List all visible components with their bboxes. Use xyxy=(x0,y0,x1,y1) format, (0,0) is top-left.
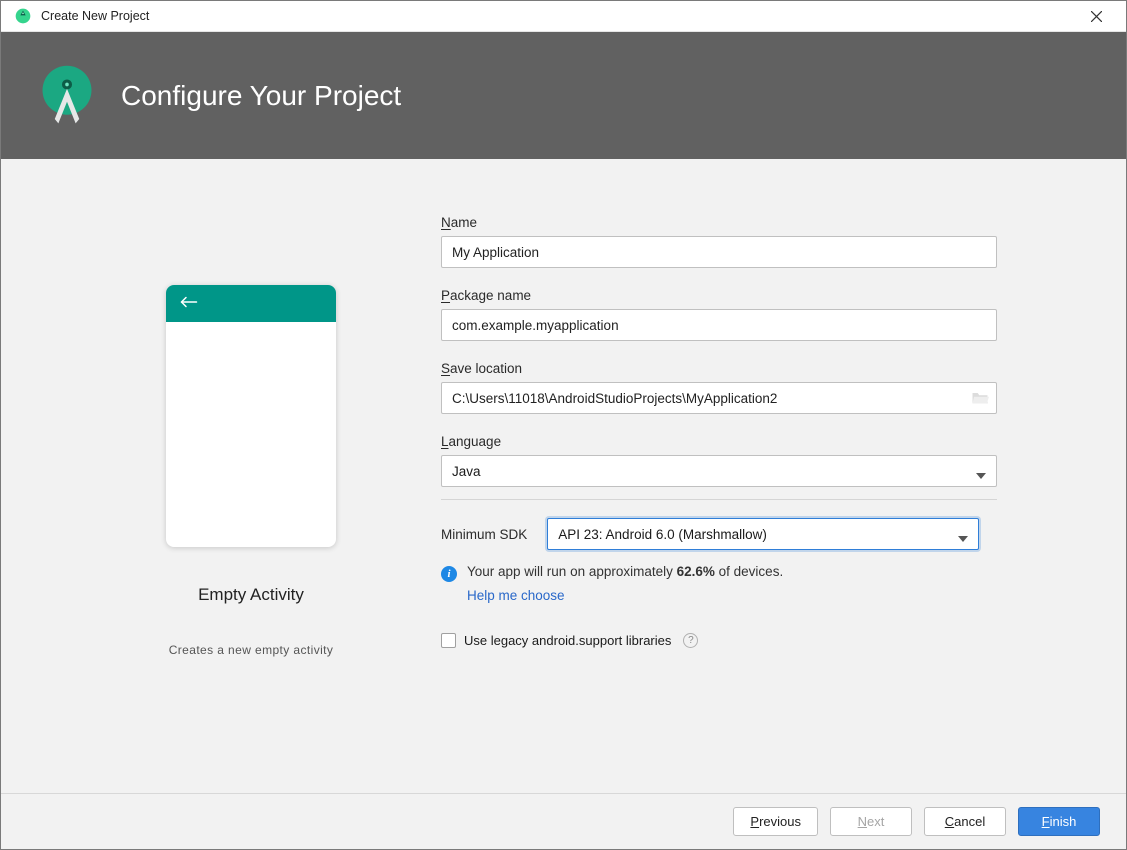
sdk-info-text: Your app will run on approximately 62.6%… xyxy=(467,564,783,579)
content-area: Empty Activity Creates a new empty activ… xyxy=(1,159,1126,794)
minimum-sdk-label: Minimum SDK xyxy=(441,527,527,542)
help-icon[interactable]: ? xyxy=(683,633,698,648)
footer: Previous Next Cancel Finish xyxy=(1,794,1126,849)
help-me-choose-link[interactable]: Help me choose xyxy=(467,588,1006,603)
sdk-info-row: i Your app will run on approximately 62.… xyxy=(441,564,1006,582)
language-dropdown[interactable]: Java xyxy=(441,455,997,487)
finish-button[interactable]: Finish xyxy=(1018,807,1100,836)
language-label: Language xyxy=(441,434,1006,449)
name-label: Name xyxy=(441,215,1006,230)
legacy-libraries-row: Use legacy android.support libraries ? xyxy=(441,633,1006,648)
minimum-sdk-row: Minimum SDK API 23: Android 6.0 (Marshma… xyxy=(441,518,1006,550)
template-preview-column: Empty Activity Creates a new empty activ… xyxy=(111,205,391,793)
browse-folder-button[interactable] xyxy=(971,390,989,406)
previous-button[interactable]: Previous xyxy=(733,807,818,836)
language-value: Java xyxy=(452,464,481,479)
form-column: Name Package name Save location xyxy=(391,205,1006,793)
chevron-down-icon xyxy=(976,467,986,475)
name-field-block: Name xyxy=(441,215,1006,268)
phone-preview xyxy=(166,285,336,547)
info-icon: i xyxy=(441,566,457,582)
close-icon xyxy=(1091,11,1102,22)
titlebar: Create New Project xyxy=(1,1,1126,32)
minimum-sdk-value: API 23: Android 6.0 (Marshmallow) xyxy=(558,527,767,542)
save-location-input[interactable] xyxy=(441,382,997,414)
package-label: Package name xyxy=(441,288,1006,303)
language-field-block: Language Java xyxy=(441,434,1006,487)
chevron-down-icon xyxy=(958,530,968,538)
divider xyxy=(441,499,997,500)
app-icon xyxy=(15,8,31,24)
name-input[interactable] xyxy=(441,236,997,268)
back-arrow-icon xyxy=(180,294,198,313)
header: Configure Your Project xyxy=(1,32,1126,159)
legacy-libraries-label: Use legacy android.support libraries xyxy=(464,633,671,648)
package-field-block: Package name xyxy=(441,288,1006,341)
android-studio-logo-icon xyxy=(31,60,103,132)
legacy-libraries-checkbox[interactable] xyxy=(441,633,456,648)
package-input[interactable] xyxy=(441,309,997,341)
next-button: Next xyxy=(830,807,912,836)
cancel-button[interactable]: Cancel xyxy=(924,807,1006,836)
minimum-sdk-dropdown[interactable]: API 23: Android 6.0 (Marshmallow) xyxy=(547,518,979,550)
window-title: Create New Project xyxy=(41,9,1074,23)
save-location-label: Save location xyxy=(441,361,1006,376)
template-name: Empty Activity xyxy=(198,585,304,605)
template-description: Creates a new empty activity xyxy=(169,643,334,657)
folder-open-icon xyxy=(971,390,989,405)
save-location-field-block: Save location xyxy=(441,361,1006,414)
page-title: Configure Your Project xyxy=(121,80,401,112)
phone-preview-topbar xyxy=(166,285,336,322)
close-button[interactable] xyxy=(1074,2,1118,30)
